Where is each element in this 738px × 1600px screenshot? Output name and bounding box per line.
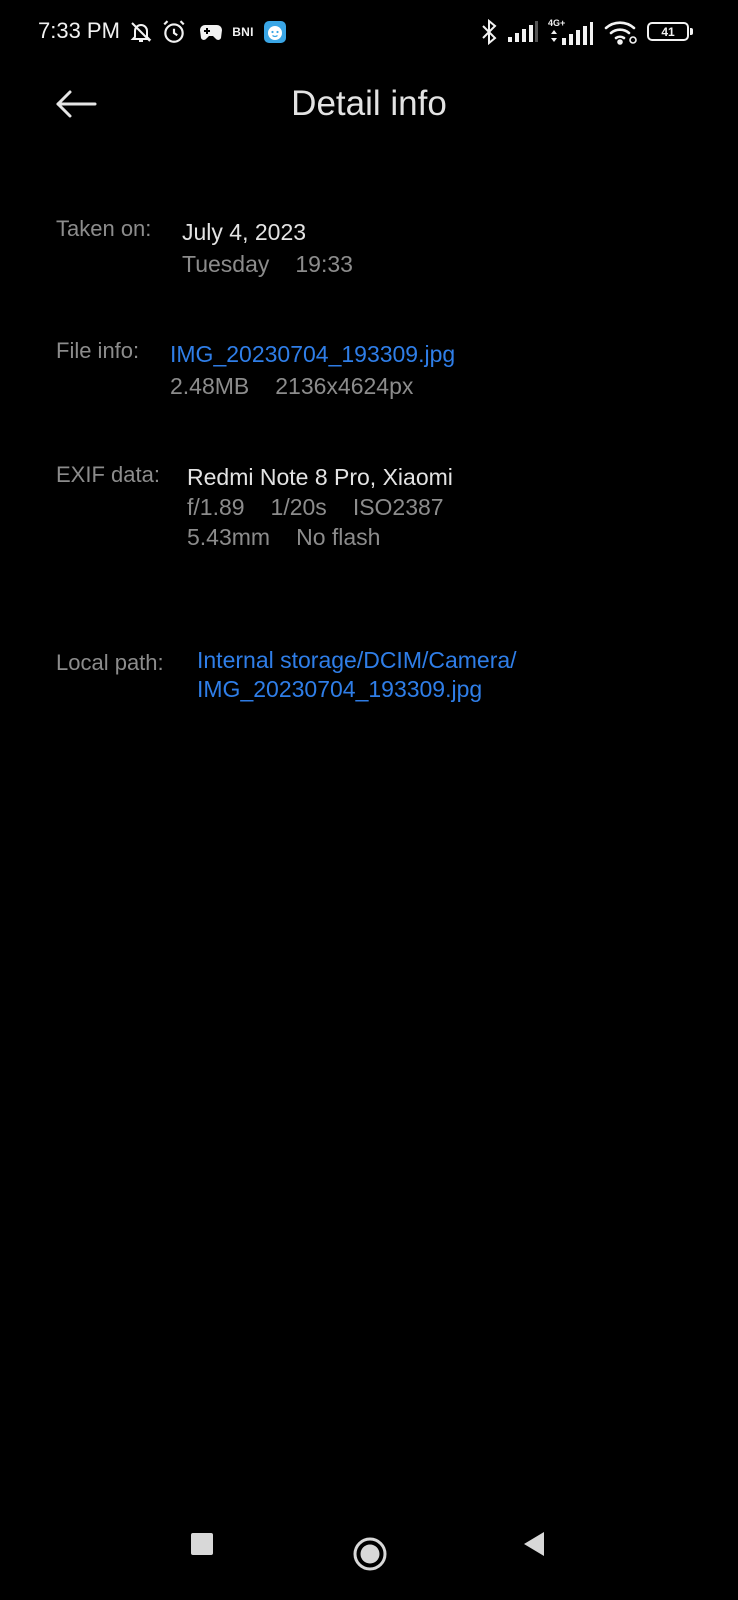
home-button[interactable]: [350, 1536, 390, 1576]
network-type-label: 4G+: [548, 18, 566, 28]
silent-bell-icon: [128, 18, 154, 46]
baby-face-app-icon: [262, 18, 288, 46]
exif-iso: ISO2387: [352, 494, 444, 520]
local-path-label: Local path:: [56, 650, 164, 675]
alarm-icon: [160, 18, 188, 46]
taken-on-time: 19:33: [295, 251, 353, 277]
signal-4g-icon: 4G+: [548, 18, 594, 46]
status-bar: 7:33 PM BNI 4G+ 41: [0, 0, 738, 64]
battery-level: 41: [661, 24, 675, 39]
taken-on-datetime: Tuesday 19:33: [182, 248, 353, 280]
taken-on-weekday: Tuesday: [182, 251, 270, 277]
game-controller-icon: [198, 18, 224, 46]
file-info-label: File info:: [56, 338, 140, 363]
exif-focal-length: 5.43mm: [187, 524, 271, 550]
local-path-line-1: Internal storage/DCIM/Camera/: [197, 647, 517, 673]
back-triangle-icon: [522, 1531, 546, 1562]
taken-on-value: July 4, 2023 Tuesday 19:33: [182, 216, 353, 280]
wifi-icon: [602, 18, 640, 46]
battery-icon: 41: [647, 22, 693, 41]
recents-square-icon: [191, 1532, 213, 1560]
signal-icon: [506, 18, 540, 46]
file-info-value: IMG_20230704_193309.jpg 2.48MB 2136x4624p…: [170, 338, 455, 402]
exif-value: Redmi Note 8 Pro, Xiaomi f/1.89 1/20s ISO2…: [187, 462, 453, 552]
local-path-link[interactable]: Internal storage/DCIM/Camera/ IMG_202307…: [197, 646, 517, 704]
file-resolution: 2136x4624px: [275, 373, 414, 399]
file-name-link[interactable]: IMG_20230704_193309.jpg: [170, 338, 455, 370]
exif-label: EXIF data:: [56, 462, 160, 487]
recents-button[interactable]: [186, 1530, 218, 1562]
status-time: 7:33 PM: [38, 18, 120, 43]
local-path-line-2: IMG_20230704_193309.jpg: [197, 676, 483, 702]
exif-flash: No flash: [296, 524, 381, 550]
file-size-resolution: 2.48MB 2136x4624px: [170, 370, 455, 402]
exif-aperture: f/1.89: [187, 494, 245, 520]
exif-device: Redmi Note 8 Pro, Xiaomi: [187, 464, 453, 490]
taken-on-label: Taken on:: [56, 216, 152, 241]
page-title: Detail info: [291, 84, 447, 123]
bni-app-icon: BNI: [226, 18, 260, 46]
exif-lens: 5.43mm No flash: [187, 522, 453, 552]
home-circle-icon: [352, 1536, 388, 1577]
bni-label: BNI: [232, 25, 254, 39]
file-size: 2.48MB: [170, 373, 250, 399]
exif-shutter: 1/20s: [270, 494, 327, 520]
exif-exposure: f/1.89 1/20s ISO2387: [187, 492, 453, 522]
back-nav-button[interactable]: [518, 1530, 550, 1562]
taken-on-date: July 4, 2023: [182, 219, 307, 245]
bluetooth-icon: [478, 18, 500, 46]
